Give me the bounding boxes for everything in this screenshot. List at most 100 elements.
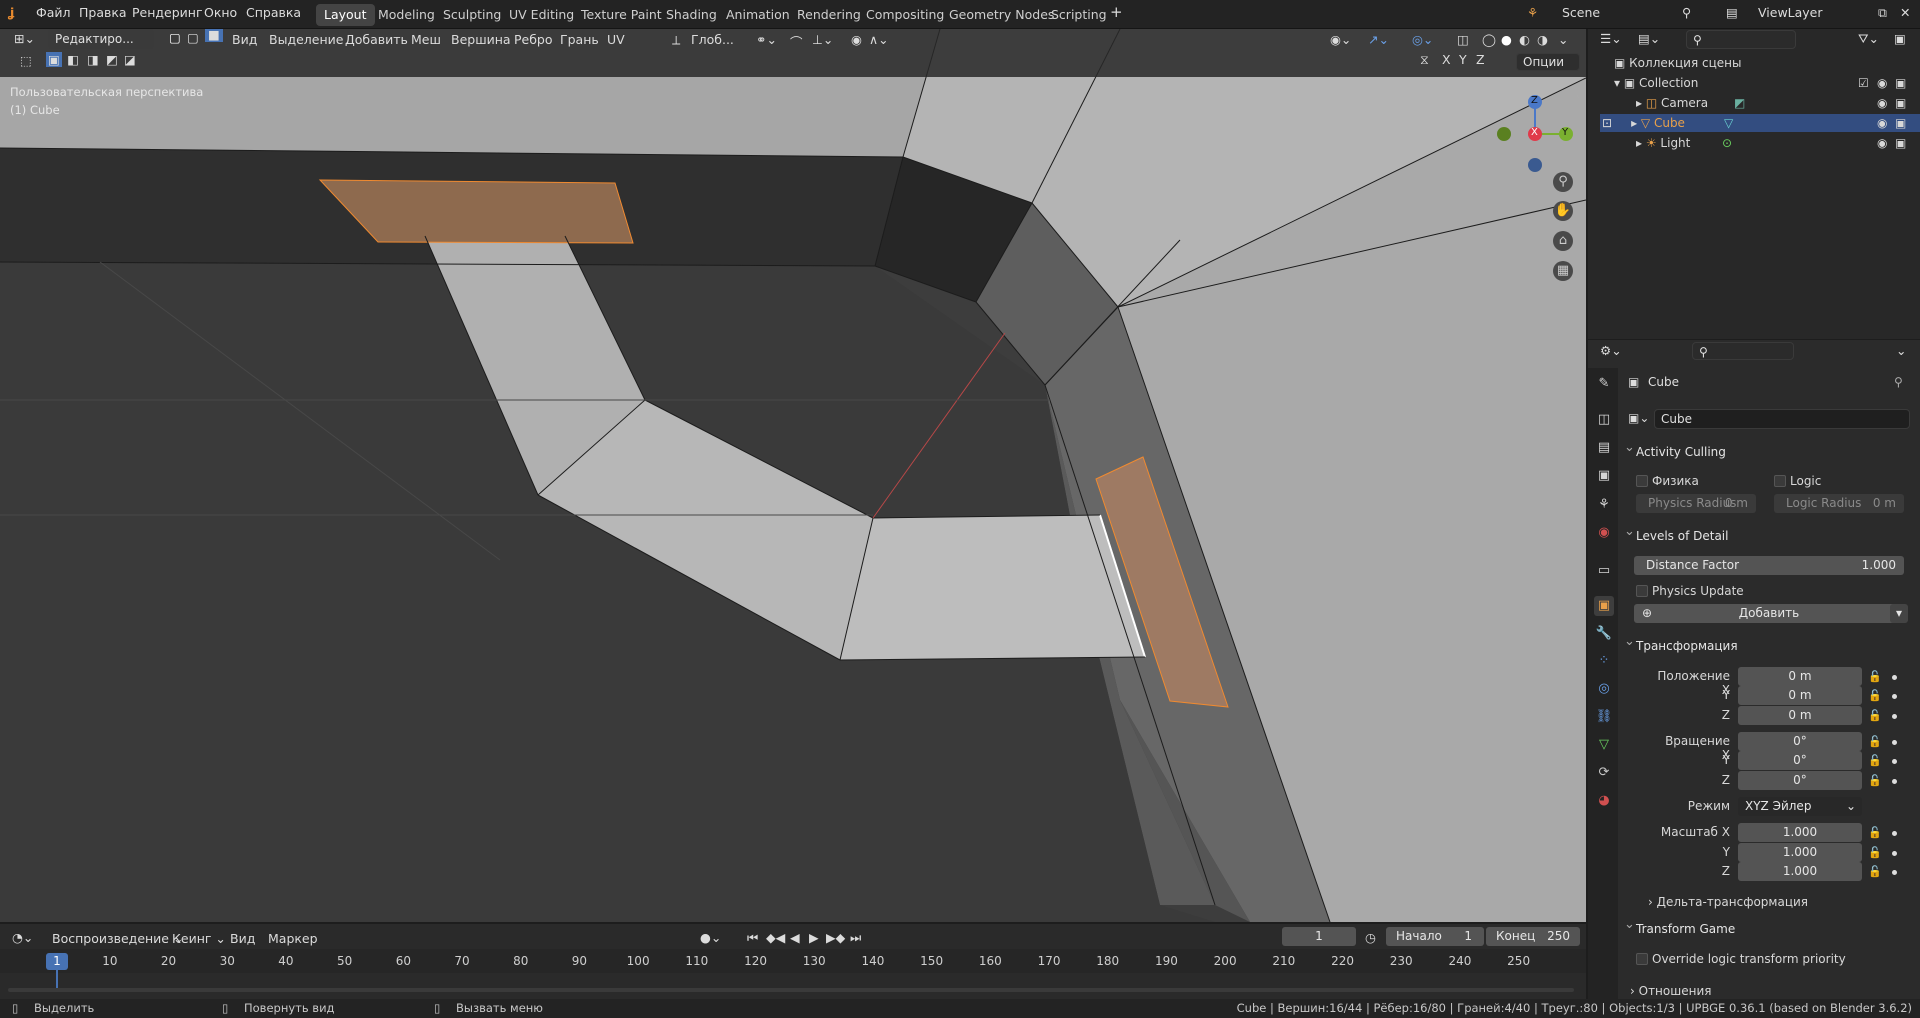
menu-face[interactable]: Грань [560,32,599,47]
next-keyframe-icon[interactable]: ▶◆ [826,930,845,945]
select-intersect-icon[interactable]: ◪ [124,52,136,67]
outliner-item-camera[interactable]: ▸ ◫ Camera ◩ ◉ ▣ [1600,94,1920,112]
orientation-icon[interactable]: ⟂ [672,32,680,48]
mode-dropdown[interactable]: Редактиро... [48,29,154,49]
filter-icon[interactable]: ⛛⌄ [1858,31,1879,47]
jump-start-icon[interactable]: ⏮ [747,930,758,946]
scene-icon[interactable]: ⚘ [1527,5,1538,20]
keying-menu[interactable]: Кеинг ⌄ [172,931,226,946]
outliner-collection[interactable]: ▾ ▣ Collection ☑ ◉ ▣ [1600,74,1920,92]
world-tab-icon[interactable]: ◉ [1594,523,1614,543]
properties-editor-icon[interactable]: ⚙⌄ [1600,343,1622,358]
gizmo-toggle-icon[interactable]: ↗⌄ [1368,32,1389,47]
select-invert-icon[interactable]: ◩ [106,52,118,67]
location-y-field[interactable]: 0 m [1738,686,1862,705]
visibility-icon[interactable]: ◉⌄ [1330,32,1351,47]
pin-icon[interactable]: ⚲ [1894,375,1903,389]
camera-data-icon[interactable]: ◩ [1734,94,1745,112]
scale-y-field[interactable]: 1.000 [1738,843,1862,862]
blender-logo-icon[interactable]: ʝ [10,5,14,20]
play-icon[interactable]: ▶ [809,930,819,945]
distance-factor-field[interactable]: Distance Factor 1.000 [1634,556,1904,575]
object-tab-icon[interactable]: ▣ [1594,596,1614,616]
lod-header[interactable]: Levels of Detail [1622,520,1912,548]
outliner-search-input[interactable]: ⚲ [1686,30,1796,49]
expand-icon[interactable]: ▸ [1636,136,1646,150]
new-view-layer-icon[interactable]: ⧉ [1878,5,1887,21]
outliner-item-light[interactable]: ▸ ☀ Light ⊙ ◉ ▣ [1600,134,1920,152]
start-frame-field[interactable]: Начало 1 [1386,927,1484,946]
snap-target-icon[interactable]: ⊥⌄ [812,32,833,47]
keyframe-dot[interactable] [1892,759,1897,764]
expand-icon[interactable]: ▸ [1636,96,1646,110]
logic-checkbox[interactable] [1774,475,1786,487]
mesh-data-icon[interactable]: ▽ [1724,114,1733,132]
mirror-y[interactable]: Y [1459,52,1467,67]
mirror-icon[interactable]: ⧖ [1420,52,1429,68]
scale-z-field[interactable]: 1.000 [1738,862,1862,881]
scene-tab-icon[interactable]: ⚘ [1594,495,1614,515]
lock-icon[interactable]: 🔓 [1868,689,1882,702]
location-x-field[interactable]: 0 m [1738,667,1862,686]
pin-icon[interactable]: ⚲ [1682,5,1691,20]
timeline-editor-icon[interactable]: ◔⌄ [12,930,33,945]
ortho-grid-icon[interactable]: ▦ [1553,261,1573,281]
tab-compositing[interactable]: Compositing [858,4,952,26]
timeline-scrollbar[interactable] [8,988,1574,992]
tab-uv-editing[interactable]: UV Editing [501,4,582,26]
menu-mesh[interactable]: Меш [411,32,441,47]
options-dropdown[interactable]: Опции [1516,53,1580,71]
relations-header[interactable]: › Отношения [1630,984,1711,998]
select-tool-icon[interactable]: ⬚ [20,53,32,68]
edit-mode-icon[interactable]: ⊡ [1602,116,1612,130]
expand-icon[interactable]: ▾ [1614,76,1624,90]
cube-visibility-icon[interactable]: ◉ [1877,114,1887,132]
vertex-select-icon[interactable]: ▢ [169,30,181,45]
lock-icon[interactable]: 🔓 [1868,846,1882,859]
keyframe-dot[interactable] [1892,851,1897,856]
data-tab-icon[interactable]: ▽ [1594,735,1614,755]
pan-hand-icon[interactable]: ✋ [1553,201,1573,221]
playback-menu[interactable]: Воспроизведение ⌄ [52,931,183,946]
modifier-tab-icon[interactable]: 🔧 [1594,624,1614,644]
lock-icon[interactable]: 🔓 [1868,865,1882,878]
tab-texture-paint[interactable]: Texture Paint [573,4,670,26]
solid-shading-icon[interactable]: ● [1501,32,1512,47]
collection-tab-icon[interactable]: ▭ [1594,561,1614,581]
delta-transform-header[interactable]: › Дельта-трансформация [1648,895,1808,909]
view-layer-tab-icon[interactable]: ▣ [1594,466,1614,486]
light-render-icon[interactable]: ▣ [1895,134,1906,152]
logic-tab-icon[interactable]: ⟳ [1594,763,1614,783]
prev-keyframe-icon[interactable]: ◆◀ [766,930,785,945]
add-workspace-icon[interactable]: + [1110,3,1123,21]
lod-add-dropdown-icon[interactable]: ▾ [1890,604,1908,623]
rotation-y-field[interactable]: 0° [1738,751,1862,770]
rotation-mode-dropdown[interactable]: XYZ Эйлер ⌄ [1738,797,1862,816]
keyframe-dot[interactable] [1892,694,1897,699]
mesh-view[interactable] [0,29,1586,922]
menu-window[interactable]: Окно [204,5,237,20]
properties-search-input[interactable]: ⚲ [1692,342,1794,360]
collection-render-icon[interactable]: ▣ [1895,74,1906,92]
tab-animation[interactable]: Animation [718,4,798,26]
expand-icon[interactable]: ▸ [1631,116,1641,130]
keyframe-dot[interactable] [1892,831,1897,836]
remove-view-layer-icon[interactable]: ✕ [1900,5,1910,20]
location-z-field[interactable]: 0 m [1738,706,1862,725]
physics-tab-icon[interactable]: ◎ [1594,679,1614,699]
select-extend-icon[interactable]: ◧ [67,52,79,67]
menu-edit[interactable]: Правка [79,5,127,20]
3d-viewport[interactable]: ⊞⌄ Редактиро... ▢ ▢ ■ Вид Выделение Доба… [0,29,1586,922]
view-layer-icon[interactable]: ▤ [1726,5,1738,20]
tab-layout[interactable]: Layout [316,4,375,26]
camera-visibility-icon[interactable]: ◉ [1877,94,1887,112]
activity-culling-header[interactable]: Activity Culling [1622,436,1912,464]
wireframe-shading-icon[interactable]: ◯ [1482,32,1496,47]
override-logic-checkbox[interactable] [1636,953,1648,965]
outliner-editor-icon[interactable]: ☰⌄ [1600,31,1622,46]
tool-tab-icon[interactable]: ✎ [1594,374,1614,394]
play-reverse-icon[interactable]: ◀ [790,930,800,945]
cube-render-icon[interactable]: ▣ [1895,114,1906,132]
lock-icon[interactable]: 🔓 [1868,709,1882,722]
mirror-x[interactable]: X [1442,52,1451,67]
